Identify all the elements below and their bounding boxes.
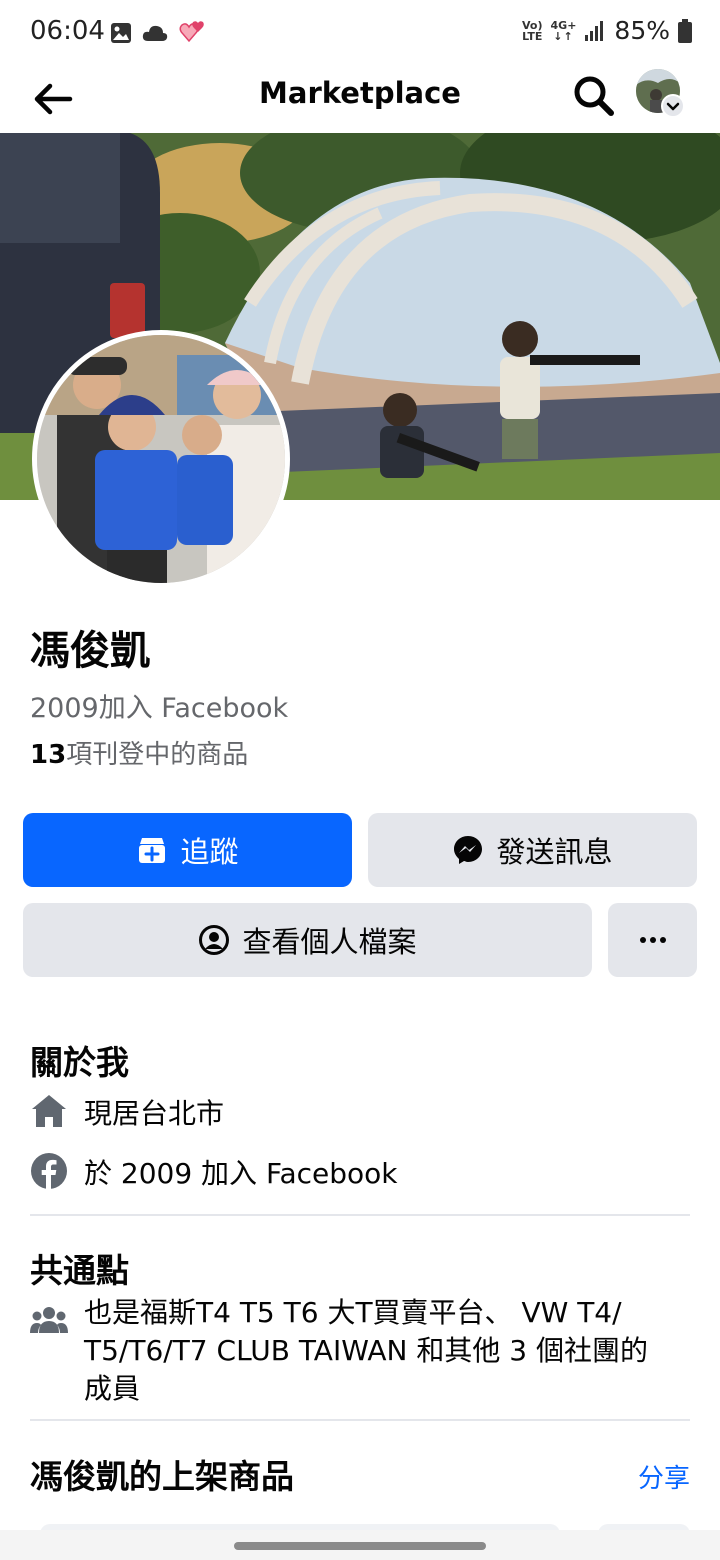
hearts-icon xyxy=(179,21,204,43)
status-bar: 06:04 Vo) LTE 4G+ ↓↑ 85% xyxy=(0,0,720,66)
lives-in-row: 現居台北市 xyxy=(30,1092,224,1132)
cloud-icon xyxy=(142,25,168,41)
profile-picture[interactable] xyxy=(32,330,290,588)
profile-name: 馮俊凱 xyxy=(30,628,150,674)
view-profile-label: 查看個人檔案 xyxy=(242,925,417,959)
volte-indicator: Vo) LTE xyxy=(522,18,543,43)
view-profile-button[interactable]: 查看個人檔案 xyxy=(23,903,592,977)
profile-image xyxy=(37,335,285,583)
account-menu-button[interactable] xyxy=(636,69,686,119)
mobile-data-indicator: 4G+ ↓↑ xyxy=(550,18,577,43)
app-bar: Marketplace xyxy=(0,66,720,132)
follow-icon xyxy=(139,838,166,863)
follow-button[interactable]: 追蹤 xyxy=(23,813,352,887)
share-link[interactable]: 分享 xyxy=(638,1458,690,1495)
active-listings-count: 13項刊登中的商品 xyxy=(30,734,248,771)
avatar xyxy=(636,69,685,118)
listing-count-number: 13 xyxy=(30,740,67,770)
joined-facebook-text: 2009加入 Facebook xyxy=(30,693,289,724)
battery-percent: 85% xyxy=(614,16,670,45)
mutual-groups-text: 也是福斯T4 T5 T6 大T買賣平台、 VW T4/ T5/T6/T7 CLU… xyxy=(84,1294,694,1408)
about-section-title: 關於我 xyxy=(30,1043,129,1082)
mutual-line-3: 成員 xyxy=(84,1372,141,1405)
mutual-line-2: T5/T6/T7 CLUB TAIWAN 和其他 3 個社團的 xyxy=(84,1334,648,1367)
send-message-button[interactable]: 發送訊息 xyxy=(368,813,697,887)
search-icon xyxy=(574,76,614,116)
status-time: 06:04 xyxy=(30,16,105,46)
lives-in-text: 現居台北市 xyxy=(84,1097,225,1130)
more-options-button[interactable] xyxy=(608,903,697,977)
listings-section-title: 馮俊凱的上架商品 xyxy=(30,1457,294,1496)
battery-icon xyxy=(678,18,692,43)
signal-icon xyxy=(585,20,604,41)
joined-row: 於 2009 加入 Facebook xyxy=(30,1152,398,1192)
home-icon xyxy=(32,1095,66,1127)
search-button[interactable] xyxy=(570,72,618,120)
system-icons: Vo) LTE 4G+ ↓↑ 85% xyxy=(522,16,692,45)
gallery-icon xyxy=(111,23,131,43)
profile-circle-icon xyxy=(199,925,230,955)
listing-count-label: 項刊登中的商品 xyxy=(66,740,249,770)
joined-text: 於 2009 加入 Facebook xyxy=(84,1157,398,1190)
home-indicator[interactable] xyxy=(234,1542,486,1550)
notification-icons xyxy=(110,20,206,46)
groups-icon xyxy=(30,1307,68,1333)
section-divider xyxy=(30,1419,690,1421)
messenger-icon xyxy=(454,836,483,864)
send-message-label: 發送訊息 xyxy=(496,835,613,869)
mutual-line-1: 也是福斯T4 T5 T6 大T買賣平台、 VW T4/ xyxy=(84,1296,622,1329)
more-dots-icon xyxy=(639,937,666,943)
facebook-icon xyxy=(31,1153,67,1189)
section-divider xyxy=(30,1214,690,1216)
mutual-section-title: 共通點 xyxy=(30,1251,129,1290)
follow-label: 追蹤 xyxy=(180,835,239,869)
